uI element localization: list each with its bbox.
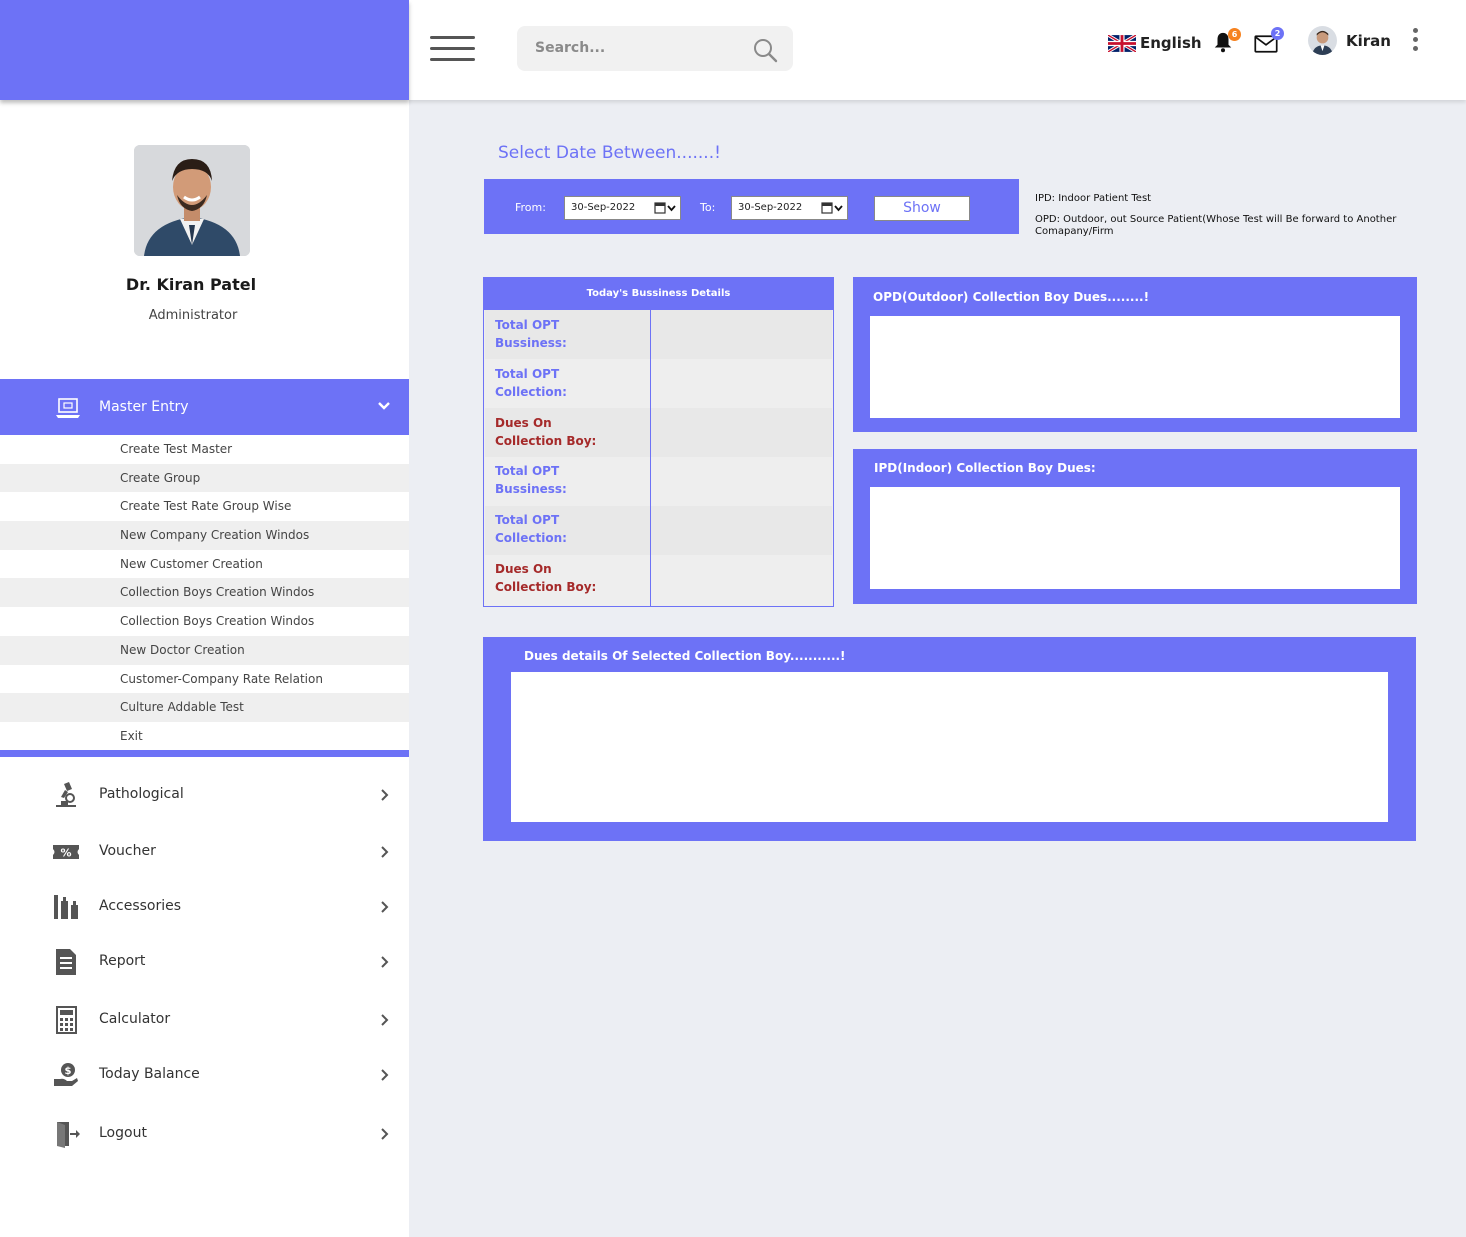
- user-menu[interactable]: Kiran: [1308, 26, 1391, 55]
- notification-count-badge: 6: [1228, 28, 1241, 41]
- submenu-item-new-company-creation[interactable]: New Company Creation Windos: [0, 521, 409, 550]
- opd-dues-title: OPD(Outdoor) Collection Boy Dues........…: [873, 290, 1150, 304]
- to-date-value: 30-Sep-2022: [738, 202, 803, 213]
- search-input[interactable]: [535, 37, 735, 59]
- opd-legend: OPD: Outdoor, out Source Patient(Whose T…: [1035, 214, 1397, 237]
- show-button[interactable]: Show: [874, 196, 970, 221]
- sidebar: Dr. Kiran Patel Administrator Master Ent…: [0, 100, 409, 1237]
- lab-bottles-icon: [54, 895, 78, 919]
- row-label-dues-on-collection-boy-2: Dues On Collection Boy:: [495, 562, 597, 594]
- from-date-value: 30-Sep-2022: [571, 202, 636, 213]
- sidebar-item-calculator[interactable]: Calculator: [0, 999, 409, 1039]
- sidebar-item-label: Accessories: [99, 898, 182, 914]
- from-date-picker[interactable]: 30-Sep-2022: [564, 196, 681, 220]
- row-label-total-opt-collection-2: Total OPT Collection:: [495, 513, 567, 545]
- profile-name: Dr. Kiran Patel: [125, 275, 257, 294]
- profile-photo: [134, 145, 250, 256]
- search-bar: [517, 26, 793, 71]
- user-name: Kiran: [1346, 31, 1391, 50]
- chevron-right-icon: [381, 846, 389, 858]
- chevron-down-icon: [378, 402, 390, 410]
- row-label-total-opt-business-2: Total OPT Bussiness:: [495, 464, 567, 496]
- profile-role: Administrator: [148, 308, 238, 323]
- ipd-dues-panel: IPD(Indoor) Collection Boy Dues:: [853, 449, 1417, 604]
- report-document-icon: [56, 949, 76, 975]
- calendar-dropdown-icon: [821, 202, 843, 214]
- submenu-item-new-doctor-creation[interactable]: New Doctor Creation: [0, 635, 409, 665]
- notifications-button[interactable]: 6: [1212, 28, 1241, 55]
- voucher-icon: %: [53, 845, 79, 860]
- sidebar-item-label: Calculator: [99, 1011, 171, 1027]
- ipd-dues-title: IPD(Indoor) Collection Boy Dues:: [874, 461, 1096, 475]
- date-filter-title: Select Date Between.......!: [498, 143, 721, 163]
- submenu-item-create-test-master[interactable]: Create Test Master: [0, 435, 409, 464]
- sidebar-item-label: Master Entry: [99, 399, 189, 415]
- row-label-total-opt-business: Total OPT Bussiness:: [495, 318, 567, 350]
- sidebar-item-pathological[interactable]: Pathological: [0, 774, 409, 814]
- sidebar-item-label: Report: [99, 953, 146, 969]
- from-label: From:: [515, 201, 546, 214]
- business-table-title: Today's Bussiness Details: [484, 278, 833, 310]
- svg-text:%: %: [60, 847, 71, 860]
- ipd-dues-content[interactable]: [870, 487, 1400, 589]
- sidebar-item-label: Pathological: [99, 786, 184, 802]
- microscope-icon: [56, 782, 76, 807]
- logout-door-icon: [57, 1122, 80, 1148]
- balance-hand-icon: $: [54, 1063, 78, 1086]
- sidebar-item-master-entry[interactable]: Master Entry: [0, 379, 409, 435]
- messages-button[interactable]: 2: [1254, 27, 1284, 55]
- chevron-right-icon: [381, 1014, 389, 1026]
- submenu-item-collection-boys-creation-2[interactable]: Collection Boys Creation Windos: [0, 607, 409, 636]
- to-label: To:: [700, 201, 716, 214]
- chevron-right-icon: [381, 956, 389, 968]
- date-filter-panel: From: 30-Sep-2022 To: 30-Sep-2022 Show: [484, 179, 1019, 234]
- business-details-table: Today's Bussiness Details Total OPT Bussi…: [483, 277, 834, 607]
- chevron-right-icon: [381, 789, 389, 801]
- sidebar-item-accessories[interactable]: Accessories: [0, 886, 409, 926]
- calculator-icon: [56, 1006, 77, 1034]
- selected-boy-dues-content[interactable]: [511, 672, 1388, 822]
- hamburger-menu-icon[interactable]: [430, 36, 475, 62]
- sidebar-item-label: Today Balance: [99, 1066, 200, 1082]
- submenu-item-collection-boys-creation[interactable]: Collection Boys Creation Windos: [0, 578, 409, 608]
- submenu-divider: [0, 750, 409, 757]
- chevron-right-icon: [381, 1069, 389, 1081]
- language-label: English: [1140, 34, 1202, 52]
- svg-text:$: $: [65, 1066, 72, 1077]
- opd-dues-panel: OPD(Outdoor) Collection Boy Dues........…: [853, 277, 1417, 432]
- to-date-picker[interactable]: 30-Sep-2022: [731, 196, 848, 220]
- sidebar-item-label: Logout: [99, 1125, 147, 1141]
- avatar: [1308, 26, 1337, 55]
- submenu-item-exit[interactable]: Exit: [0, 722, 409, 751]
- more-options-icon[interactable]: [1410, 28, 1420, 52]
- uk-flag-icon: [1108, 34, 1136, 52]
- row-label-dues-on-collection-boy: Dues On Collection Boy:: [495, 416, 597, 448]
- selected-boy-dues-panel: Dues details Of Selected Collection Boy.…: [483, 637, 1416, 841]
- row-label-total-opt-collection: Total OPT Collection:: [495, 367, 567, 399]
- ipd-legend: IPD: Indoor Patient Test: [1035, 193, 1152, 204]
- search-icon[interactable]: [752, 37, 778, 63]
- sidebar-item-logout[interactable]: Logout: [0, 1113, 409, 1153]
- sidebar-item-today-balance[interactable]: $ Today Balance: [0, 1054, 409, 1094]
- submenu-item-customer-company-rate-relation[interactable]: Customer-Company Rate Relation: [0, 665, 409, 694]
- submenu-item-create-group[interactable]: Create Group: [0, 463, 409, 493]
- master-entry-submenu: Create Test Master Create Group Create T…: [0, 435, 409, 751]
- submenu-item-new-customer-creation[interactable]: New Customer Creation: [0, 550, 409, 579]
- sidebar-item-voucher[interactable]: % Voucher: [0, 831, 409, 871]
- table-column-divider: [650, 310, 651, 606]
- selected-boy-dues-title: Dues details Of Selected Collection Boy.…: [524, 649, 846, 663]
- calendar-dropdown-icon: [654, 202, 676, 214]
- submenu-item-culture-addable-test[interactable]: Culture Addable Test: [0, 693, 409, 722]
- opd-dues-content[interactable]: [870, 316, 1400, 418]
- sidebar-item-label: Voucher: [99, 843, 156, 859]
- sidebar-item-report[interactable]: Report: [0, 941, 409, 981]
- language-selector[interactable]: English: [1108, 33, 1202, 53]
- sidebar-header-banner: [0, 0, 409, 100]
- top-navbar: English 6 2 Kiran: [409, 0, 1466, 100]
- laptop-icon: [56, 398, 80, 418]
- chevron-right-icon: [381, 1128, 389, 1140]
- message-count-badge: 2: [1271, 27, 1284, 40]
- submenu-item-create-test-rate-group-wise[interactable]: Create Test Rate Group Wise: [0, 492, 409, 521]
- chevron-right-icon: [381, 901, 389, 913]
